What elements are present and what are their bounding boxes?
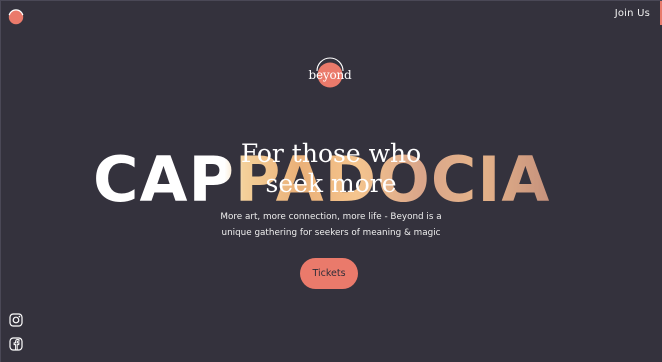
join-us-link[interactable]: Join Us <box>615 8 650 19</box>
headline-line-2: seek more <box>265 169 397 198</box>
tagline-line-1: More art, more connection, more life - B… <box>220 212 442 222</box>
brand-logo[interactable]: beyond <box>305 57 355 97</box>
tagline-line-2: unique gathering for seekers of meaning … <box>221 228 441 238</box>
beyond-logo-icon[interactable] <box>7 7 25 25</box>
headline-line-1: For those who <box>240 139 422 168</box>
brand-wordmark: beyond <box>308 68 352 82</box>
hero-headline: For those who seek more <box>191 139 471 199</box>
hero-tagline: More art, more connection, more life - B… <box>206 209 456 241</box>
landing-page: Join Us beyond CAPPADOCIA For those who … <box>0 0 662 362</box>
facebook-icon[interactable] <box>9 337 23 351</box>
tickets-button[interactable]: Tickets <box>300 258 358 289</box>
instagram-icon[interactable] <box>9 313 23 327</box>
